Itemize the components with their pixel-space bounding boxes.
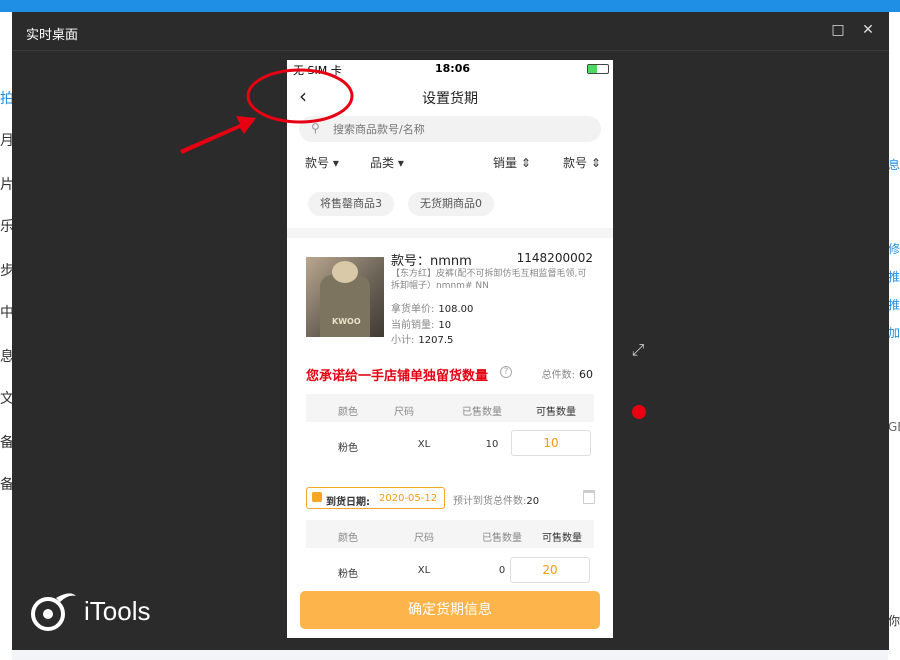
page-title: 设置货期	[422, 91, 478, 107]
available-qty-input[interactable]: 20	[510, 557, 590, 583]
bg-left-text: 月	[0, 133, 12, 149]
promise-heading: 您承诺给一手店铺单独留货数量	[306, 369, 489, 384]
sort-style-no[interactable]: 款号 ⇕	[563, 154, 601, 171]
itools-logo-text: iTools	[84, 596, 151, 626]
filter-style-no[interactable]: 款号 ▾	[305, 154, 339, 171]
delivery-date-value: 2020-05-12	[379, 493, 438, 504]
itools-logo-icon	[31, 593, 76, 631]
bg-right-text: 推	[888, 270, 900, 284]
sales-value: 10	[438, 320, 452, 331]
bg-left-text: 片	[0, 177, 12, 193]
trash-icon[interactable]	[583, 490, 595, 504]
table-header: 颜色 尺码 已售数量 可售数量	[306, 394, 594, 422]
confirm-delivery-button[interactable]: 确定货期信息	[300, 591, 600, 629]
bg-left-text: 备	[0, 435, 12, 451]
total-value: 60	[579, 368, 593, 381]
bg-left-text: 文	[0, 391, 12, 407]
background-app-toolbar	[0, 0, 900, 12]
bg-right-text: 修	[888, 242, 900, 256]
window-title: 实时桌面	[26, 28, 79, 43]
col-available: 可售数量	[536, 407, 576, 418]
search-bar[interactable]: ⚲	[299, 116, 601, 142]
bg-left-text: 备	[0, 477, 12, 493]
background-app-right-panel: 息 修 推 推 加 GB 你	[888, 12, 900, 660]
filter-category[interactable]: 品类 ▾	[370, 154, 404, 171]
bg-left-text: 拍	[0, 91, 12, 107]
product-title: 款号：nmnm	[391, 254, 472, 269]
table-header: 颜色 尺码 已售数量 可售数量	[306, 520, 594, 548]
bg-left-text: 步	[0, 263, 12, 279]
col-sold: 已售数量	[462, 407, 502, 418]
maximize-icon[interactable]: □	[830, 22, 846, 38]
sort-sales[interactable]: 销量 ⇕	[493, 154, 531, 171]
total-count: 总件数: 60	[541, 368, 593, 381]
product-image[interactable]: KWOO	[306, 257, 384, 337]
record-indicator	[632, 405, 646, 419]
title-divider	[12, 50, 889, 51]
search-icon: ⚲	[311, 121, 320, 135]
bg-left-text: 中	[0, 305, 12, 321]
status-time: 18:06	[435, 62, 471, 75]
product-code: 1148200002	[516, 251, 593, 265]
chip-no-delivery[interactable]: 无货期商品0	[408, 192, 494, 216]
delivery-date-picker[interactable]: 到货日期: 2020-05-12	[306, 487, 445, 509]
sales-row: 当前销量: 10	[391, 320, 452, 331]
price-row: 拿货单价: 108.00	[391, 304, 474, 315]
subtotal-value: 1207.5	[418, 335, 454, 346]
bg-right-text: 息	[888, 158, 900, 172]
status-bar: 无 SIM 卡 18:06	[287, 60, 613, 78]
bg-right-text: 你	[888, 614, 900, 628]
col-color: 颜色	[338, 407, 358, 418]
col-size: 尺码	[394, 407, 414, 418]
bg-left-text: 乐	[0, 219, 12, 235]
help-icon[interactable]: ?	[500, 366, 512, 378]
product-image-text: KWOO	[332, 317, 361, 326]
carrier-label: 无 SIM 卡	[293, 64, 342, 77]
close-icon[interactable]: ✕	[860, 22, 876, 38]
background-app-left-panel: 拍 月 片 乐 步 中 息 文 备 备	[0, 12, 12, 660]
search-input[interactable]	[333, 119, 583, 139]
fullscreen-icon[interactable]: ⤢	[628, 340, 648, 360]
calendar-icon	[312, 492, 322, 502]
available-qty-input[interactable]: 10	[511, 430, 591, 456]
product-description: 【东方红】皮裤(配不可拆卸仿毛互相监督毛领,可拆卸帽子）nmnm# NN	[391, 269, 587, 291]
bg-right-text: 推	[888, 298, 900, 312]
subtotal-row: 小计: 1207.5	[391, 335, 454, 346]
bg-right-text: GB	[888, 420, 900, 434]
price-value: 108.00	[438, 304, 474, 315]
bg-right-text: 加	[888, 326, 900, 340]
phone-screen: 无 SIM 卡 18:06 ‹ 设置货期 ⚲ 款号 ▾ 品类 ▾ 销量 ⇕ 款号…	[287, 60, 613, 638]
bg-left-text: 息	[0, 349, 12, 365]
section-divider	[287, 228, 613, 238]
battery-icon	[587, 64, 609, 74]
estimated-total: 预计到货总件数:20	[453, 496, 540, 507]
chip-selling-out[interactable]: 将售罄商品3	[308, 192, 394, 216]
filter-bar: 款号 ▾ 品类 ▾ 销量 ⇕ 款号 ⇕	[287, 154, 613, 172]
